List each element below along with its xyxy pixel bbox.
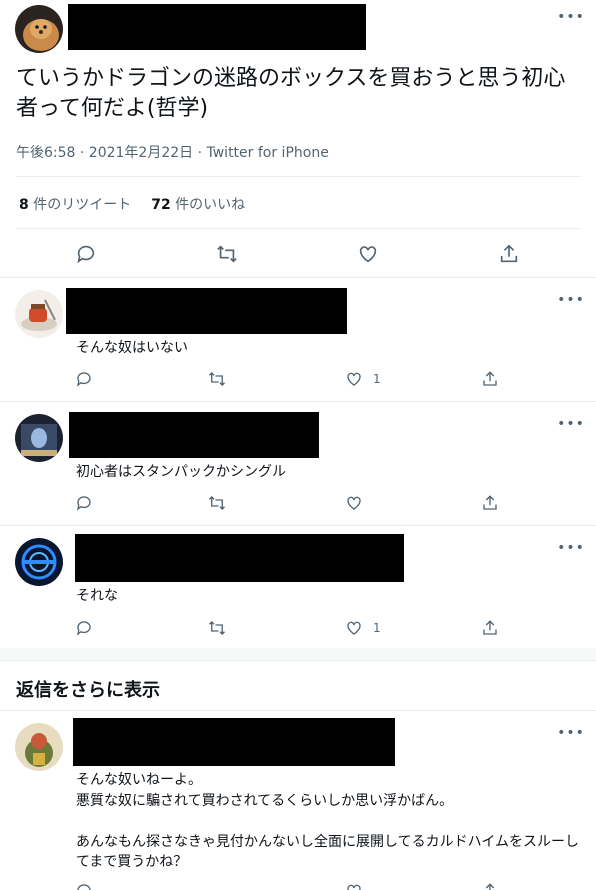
- section-separator: [0, 648, 596, 660]
- reply-author-redacted: [69, 412, 319, 458]
- reply-author-redacted: [73, 718, 395, 766]
- reply-text-line: そんな奴いねーよ。: [76, 772, 202, 788]
- share-button[interactable]: [481, 370, 499, 388]
- retweet-button[interactable]: [208, 494, 226, 512]
- share-icon: [483, 620, 497, 635]
- reply-icon: [76, 372, 91, 387]
- reply-text: 初心者はスタンパックかシングル: [76, 464, 286, 480]
- share-icon: [483, 371, 497, 386]
- likes-stat[interactable]: 72 件のいいね: [151, 194, 245, 214]
- retweets-count: 8: [19, 197, 29, 213]
- divider: [0, 660, 596, 661]
- divider: [16, 228, 581, 229]
- tweet-meta[interactable]: 午後6:58 · 2021年2月22日 · Twitter for iPhone: [16, 142, 329, 162]
- likes-label: 件のいいね: [170, 197, 246, 213]
- divider: [0, 401, 596, 402]
- more-options-icon[interactable]: •••: [557, 538, 584, 558]
- reply-text: それな: [76, 588, 118, 604]
- show-more-replies-heading[interactable]: 返信をさらに表示: [16, 676, 160, 702]
- like-button[interactable]: [345, 882, 363, 890]
- divider: [0, 525, 596, 526]
- reply-icon: [77, 884, 91, 890]
- retweet-button[interactable]: [208, 370, 226, 388]
- share-button[interactable]: [481, 494, 499, 512]
- divider: [0, 710, 596, 711]
- reply-button[interactable]: [75, 619, 93, 637]
- like-count: 1: [373, 621, 381, 635]
- divider: [16, 176, 581, 177]
- share-button[interactable]: [481, 619, 499, 637]
- heart-icon: [347, 621, 361, 635]
- reply-button[interactable]: [75, 243, 97, 265]
- reply-avatar[interactable]: [15, 414, 63, 462]
- tweet-stats: 8 件のリツイート 72 件のいいね: [19, 194, 245, 214]
- reply-icon: [76, 496, 91, 511]
- retweet-button[interactable]: [208, 619, 226, 637]
- share-icon: [483, 495, 497, 510]
- more-options-icon[interactable]: •••: [557, 290, 584, 310]
- reply-button[interactable]: [75, 370, 93, 388]
- like-button[interactable]: 1: [345, 619, 381, 637]
- reply-text-line: 悪質な奴に騙されて買わされてるくらいしか思い浮かばん。: [76, 793, 454, 809]
- reply-icon: [76, 621, 91, 636]
- tweet-text: ていうかドラゴンの迷路のボックスを買おうと思う初心者って何だよ(哲学): [16, 66, 566, 121]
- likes-count: 72: [151, 197, 171, 213]
- retweet-icon: [217, 245, 237, 263]
- reply-avatar[interactable]: [15, 538, 63, 586]
- reply-button[interactable]: [75, 882, 93, 890]
- share-button[interactable]: [498, 243, 520, 265]
- share-icon: [500, 244, 518, 263]
- share-icon: [485, 883, 495, 890]
- retweet-icon: [209, 372, 225, 386]
- heart-icon: [347, 496, 361, 510]
- more-options-icon[interactable]: •••: [557, 414, 584, 434]
- divider: [0, 277, 596, 278]
- reply-button[interactable]: [75, 494, 93, 512]
- reply-author-redacted: [66, 288, 347, 334]
- reply-icon: [77, 245, 95, 264]
- more-options-icon[interactable]: •••: [557, 7, 584, 27]
- author-name-redacted: [68, 4, 366, 50]
- reply-avatar[interactable]: [15, 723, 63, 771]
- like-button[interactable]: 1: [345, 370, 381, 388]
- reply-avatar[interactable]: [15, 290, 63, 338]
- retweet-icon: [209, 496, 225, 510]
- more-options-icon[interactable]: •••: [557, 723, 584, 743]
- heart-icon: [347, 884, 361, 890]
- like-count: 1: [373, 372, 381, 386]
- retweets-stat[interactable]: 8 件のリツイート: [19, 194, 131, 214]
- retweet-button[interactable]: [216, 243, 238, 265]
- reply-text-line: あんなもん探さなきゃ見付かんないし全面に展開してるカルドハイムをスルーしてまで買…: [76, 834, 580, 870]
- author-avatar[interactable]: [15, 5, 63, 53]
- like-button[interactable]: [357, 243, 379, 265]
- reply-text: そんな奴はいない: [76, 340, 188, 356]
- retweets-label: 件のリツイート: [28, 197, 132, 213]
- reply-author-redacted: [75, 534, 404, 582]
- share-button[interactable]: [481, 882, 499, 890]
- retweet-icon: [209, 621, 225, 635]
- heart-icon: [359, 246, 377, 263]
- heart-icon: [347, 372, 361, 386]
- like-button[interactable]: [345, 494, 373, 512]
